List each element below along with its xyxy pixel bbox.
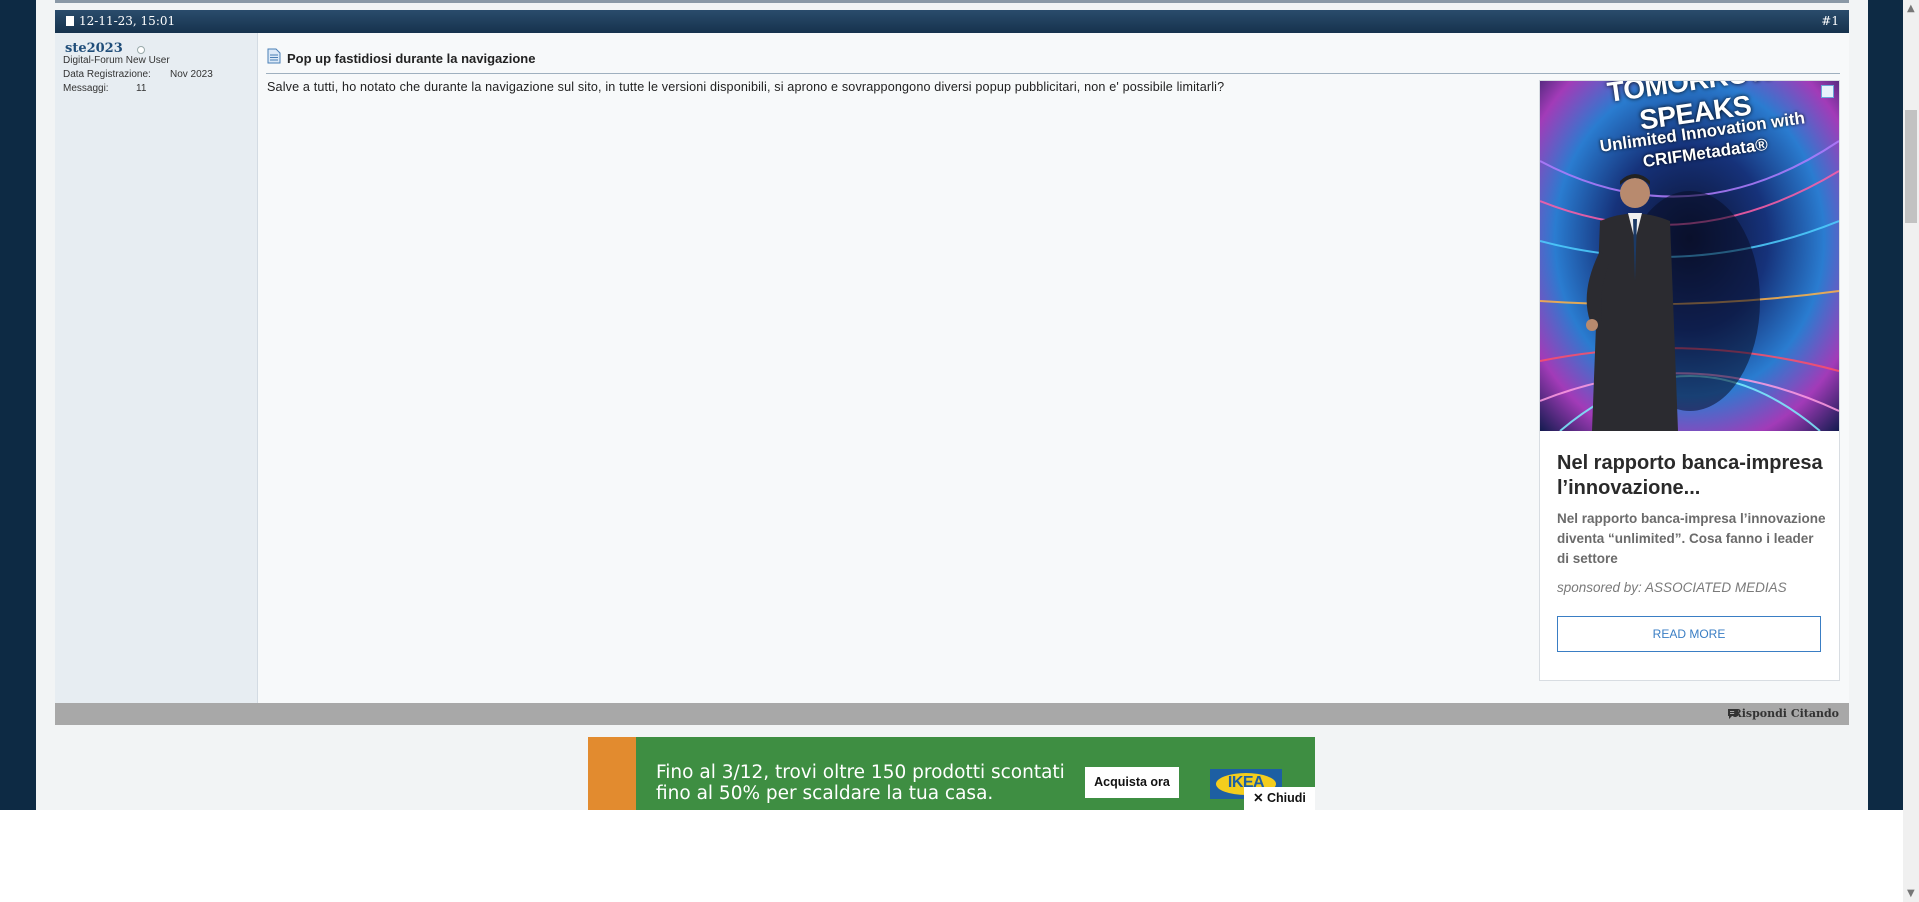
close-ad-button[interactable]: ✕ Chiudi: [1244, 787, 1315, 810]
ikea-banner-accent: [588, 737, 636, 810]
ikea-banner-ad[interactable]: Fino al 3/12, trovi oltre 150 prodotti s…: [588, 737, 1315, 810]
user-info-panel: ste2023 Digital-Forum New User Data Regi…: [55, 33, 258, 703]
top-divider: [55, 0, 1849, 3]
post-body-text: Salve a tutti, ho notato che durante la …: [267, 80, 1225, 94]
vertical-scrollbar[interactable]: ▲ ▼: [1903, 0, 1919, 902]
online-status-icon: [137, 46, 145, 54]
ad-title[interactable]: Nel rapporto banca-impresa l’innovazione…: [1557, 451, 1827, 501]
sponsored-ad-card[interactable]: TOMORROW SPEAKS Unlimited Innovation wit…: [1539, 80, 1840, 681]
username-link[interactable]: ste2023: [65, 41, 123, 56]
reply-quote-button[interactable]: Rispondi Citando: [1733, 707, 1839, 720]
post-date: 12-11-23, 15:01: [79, 14, 176, 28]
post-icon: [66, 16, 74, 26]
post-title: Pop up fastidiosi durante la navigazione: [287, 51, 536, 66]
scroll-up-icon[interactable]: ▲: [1907, 3, 1915, 14]
registration-value: Nov 2023: [170, 69, 213, 80]
ikea-banner-text: Fino al 3/12, trovi oltre 150 prodotti s…: [656, 762, 1065, 804]
messages-label: Messaggi:: [63, 83, 109, 94]
messages-value: 11: [136, 83, 147, 94]
adchoices-icon[interactable]: [1821, 85, 1834, 98]
post-footer: Rispondi Citando: [55, 703, 1849, 725]
registration-label: Data Registrazione:: [63, 69, 151, 80]
scrollbar-thumb[interactable]: [1905, 110, 1917, 223]
ad-image[interactable]: TOMORROW SPEAKS Unlimited Innovation wit…: [1540, 81, 1839, 431]
user-rank: Digital-Forum New User: [63, 55, 170, 66]
scroll-down-icon[interactable]: ▼: [1907, 888, 1915, 899]
ad-description: Nel rapporto banca-impresa l’innovazione…: [1557, 511, 1826, 566]
title-divider: [266, 73, 1840, 74]
document-icon: [267, 48, 281, 64]
ikea-shop-now-button[interactable]: Acquista ora: [1085, 767, 1179, 798]
blank-area: [0, 810, 1903, 902]
read-more-button[interactable]: READ MORE: [1557, 616, 1821, 652]
ad-sponsor: sponsored by: ASSOCIATED MEDIAS: [1557, 580, 1787, 595]
post-header: 12-11-23, 15:01 #1: [55, 10, 1849, 33]
post-number-link[interactable]: #1: [1821, 14, 1839, 28]
